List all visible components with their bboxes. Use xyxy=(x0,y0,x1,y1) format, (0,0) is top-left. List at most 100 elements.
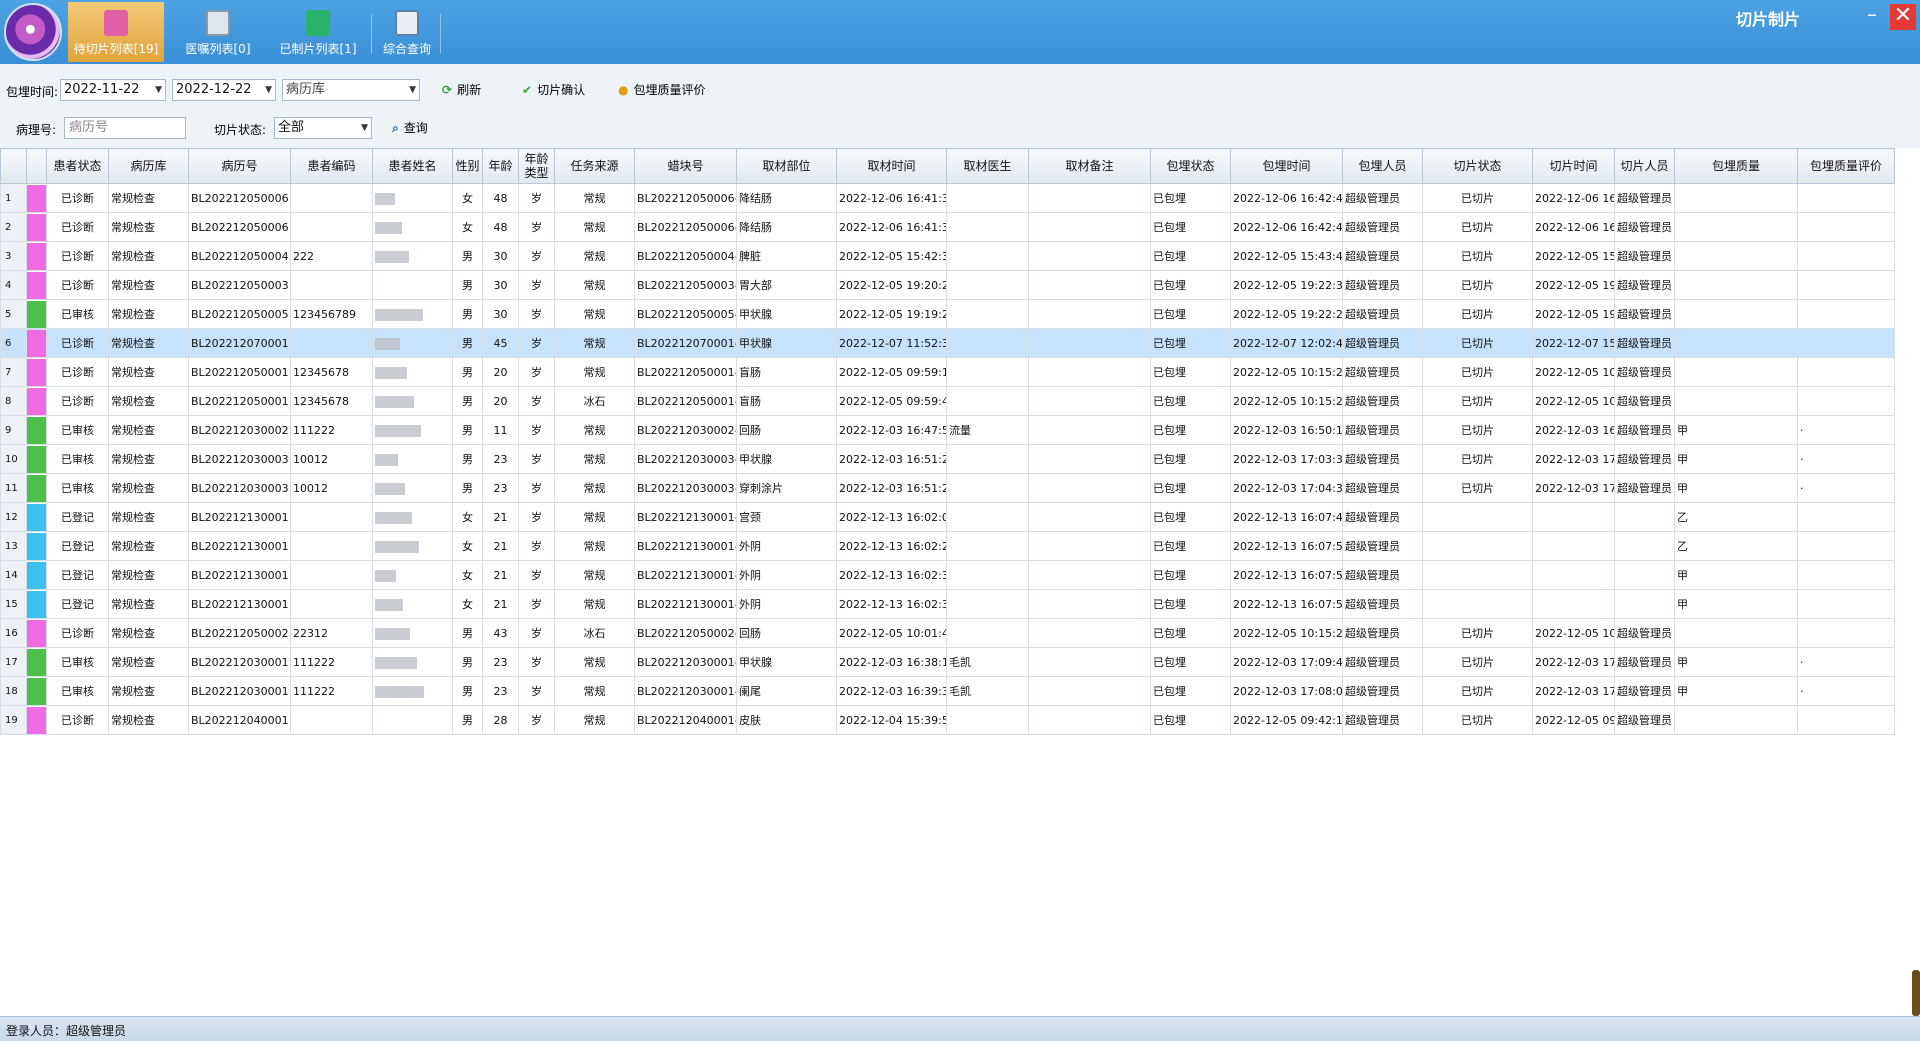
table-row[interactable]: 4 已诊断 常规检查 BL202212050003 男 30 岁常规 BL2022120500… xyxy=(0,270,1895,300)
qnote-cell xyxy=(1028,676,1151,706)
tab-pending-slices[interactable]: 待切片列表[19] xyxy=(68,2,164,62)
table-row[interactable]: 2 已诊断 常规检查 BL202212050006 女 48 岁常规 BL2022120500… xyxy=(0,212,1895,242)
patient-name-cell xyxy=(372,241,453,271)
redacted-name xyxy=(375,192,395,205)
column-header[interactable]: 年龄类型 xyxy=(518,148,555,184)
tab-query[interactable]: 综合查询 xyxy=(372,2,442,62)
bman-cell: 超级管理员 xyxy=(1342,386,1423,416)
lib-cell: 常规检查 xyxy=(108,560,189,590)
bstatus-cell: 已包埋 xyxy=(1150,212,1231,242)
table-row[interactable]: 1 已诊断 常规检查 BL202212050006 女 48 岁常规 BL2022120500… xyxy=(0,183,1895,213)
table-row[interactable]: 11 已审核 常规检查 BL202212030003 10012 男 23 岁常规 BL2022… xyxy=(0,473,1895,503)
row-number[interactable]: 15 xyxy=(0,589,27,619)
table-row[interactable]: 14 已登记 常规检查 BL202212130001 女 21 岁常规 BL202212130… xyxy=(0,560,1895,590)
status-indicator xyxy=(26,444,47,474)
patient-name-cell xyxy=(372,415,453,445)
table-row[interactable]: 13 已登记 常规检查 BL202212130001 女 21 岁常规 BL202212130… xyxy=(0,531,1895,561)
qtime-cell: 2022-12-03 16:47:58 xyxy=(836,415,947,445)
close-button[interactable]: ✕ xyxy=(1890,4,1916,30)
bman-cell: 超级管理员 xyxy=(1342,212,1423,242)
row-number[interactable]: 10 xyxy=(0,444,27,474)
status-color-bar xyxy=(27,300,46,328)
slice-status-select[interactable]: 全部 ▼ xyxy=(274,117,372,139)
row-number[interactable]: 8 xyxy=(0,386,27,416)
table-row[interactable]: 17 已审核 常规检查 BL202212030001 111222 男 23 岁常规 BL202… xyxy=(0,647,1895,677)
row-number[interactable]: 7 xyxy=(0,357,27,387)
column-header[interactable]: 取材部位 xyxy=(736,148,837,184)
row-number[interactable]: 4 xyxy=(0,270,27,300)
row-number[interactable]: 19 xyxy=(0,705,27,735)
column-header[interactable]: 包埋质量 xyxy=(1674,148,1798,184)
row-number[interactable]: 6 xyxy=(0,328,27,358)
column-header[interactable]: 性别 xyxy=(452,148,483,184)
table-row[interactable]: 8 已诊断 常规检查 BL202212050001 12345678 男 20 岁冰石 BL20… xyxy=(0,386,1895,416)
table-row[interactable]: 7 已诊断 常规检查 BL202212050001 12345678 男 20 岁常规 BL20… xyxy=(0,357,1895,387)
slice-confirm-button[interactable]: ✔ 切片确认 xyxy=(522,81,585,99)
column-header[interactable]: 患者状态 xyxy=(46,148,109,184)
table-row[interactable]: 19 已诊断 常规检查 BL202212040001 男 28 岁常规 BL202212040… xyxy=(0,705,1895,735)
table-row[interactable]: 3 已诊断 常规检查 BL202212050004 222 男 30 岁常规 BL2022120… xyxy=(0,241,1895,271)
code-cell xyxy=(290,705,373,735)
column-header[interactable]: 切片人员 xyxy=(1614,148,1675,184)
row-number[interactable]: 17 xyxy=(0,647,27,677)
column-header[interactable]: 取材医生 xyxy=(946,148,1029,184)
tab-orders[interactable]: 医嘱列表[0] xyxy=(170,2,266,62)
table-row[interactable]: 5 已审核 常规检查 BL202212050005 123456789 男 30 岁常规 BL2… xyxy=(0,299,1895,329)
row-number[interactable]: 13 xyxy=(0,531,27,561)
redacted-name xyxy=(375,337,400,350)
date-from-value: 2022-11-22 xyxy=(64,82,140,97)
column-header[interactable]: 包埋人员 xyxy=(1342,148,1423,184)
table-row[interactable]: 6 已诊断 常规检查 BL202212070001 男 45 岁常规 BL2022120700… xyxy=(0,328,1895,358)
column-header[interactable]: 患者编码 xyxy=(290,148,373,184)
column-header[interactable]: 病历库 xyxy=(108,148,189,184)
column-header[interactable]: 取材时间 xyxy=(836,148,947,184)
row-number[interactable]: 18 xyxy=(0,676,27,706)
embed-quality-button[interactable]: ● 包埋质量评价 xyxy=(618,81,706,99)
refresh-button[interactable]: ⟳ 刷新 xyxy=(442,81,481,99)
status-cell: 已登记 xyxy=(46,589,109,619)
sex-cell: 男 xyxy=(452,386,483,416)
tab-done-slices[interactable]: 已制片列表[1] xyxy=(270,2,366,62)
column-header[interactable]: 蜡块号 xyxy=(634,148,737,184)
pathology-input[interactable]: 病历号 xyxy=(64,117,186,139)
library-select[interactable]: 病历库 ▼ xyxy=(282,79,420,101)
column-header[interactable]: 年龄 xyxy=(482,148,519,184)
table-row[interactable]: 12 已登记 常规检查 BL202212130001 女 21 岁常规 BL202212130… xyxy=(0,502,1895,532)
column-header[interactable]: 包埋时间 xyxy=(1230,148,1343,184)
row-number[interactable]: 1 xyxy=(0,183,27,213)
column-header[interactable]: 切片时间 xyxy=(1532,148,1615,184)
column-header[interactable]: 切片状态 xyxy=(1422,148,1533,184)
row-number[interactable]: 3 xyxy=(0,241,27,271)
table-row[interactable]: 16 已诊断 常规检查 BL202212050002 22312 男 43 岁冰石 BL2022… xyxy=(0,618,1895,648)
table-row[interactable]: 18 已审核 常规检查 BL202212030001 111222 男 23 岁常规 BL202… xyxy=(0,676,1895,706)
column-header[interactable]: 取材备注 xyxy=(1028,148,1151,184)
redacted-name xyxy=(375,540,419,553)
minimize-button[interactable]: – xyxy=(1860,4,1884,28)
query-button[interactable]: ⌕ 查询 xyxy=(392,119,428,137)
quality-cell xyxy=(1674,212,1798,242)
row-number[interactable]: 11 xyxy=(0,473,27,503)
vertical-scrollbar[interactable] xyxy=(1912,970,1920,1016)
row-number[interactable]: 5 xyxy=(0,299,27,329)
row-number[interactable]: 16 xyxy=(0,618,27,648)
row-number[interactable]: 2 xyxy=(0,212,27,242)
table-row[interactable]: 10 已审核 常规检查 BL202212030003 10012 男 23 岁常规 BL2022… xyxy=(0,444,1895,474)
column-header[interactable]: 任务来源 xyxy=(554,148,635,184)
bl-cell: BL202212050005 xyxy=(188,299,291,329)
qnote-cell xyxy=(1028,299,1151,329)
table-row[interactable]: 9 已审核 常规检查 BL202212030002 111222 男 11 岁常规 BL2022… xyxy=(0,415,1895,445)
date-from-picker[interactable]: 2022-11-22 ▼ xyxy=(60,79,166,101)
row-number[interactable]: 12 xyxy=(0,502,27,532)
column-header[interactable]: 病历号 xyxy=(188,148,291,184)
table-row[interactable]: 15 已登记 常规检查 BL202212130001 女 21 岁常规 BL202212130… xyxy=(0,589,1895,619)
tab-label: 已制片列表[1] xyxy=(279,42,357,56)
column-header[interactable]: 包埋状态 xyxy=(1150,148,1231,184)
column-header[interactable]: 包埋质量评价 xyxy=(1797,148,1895,184)
code-cell: 12345678 xyxy=(290,386,373,416)
date-to-picker[interactable]: 2022-12-22 ▼ xyxy=(172,79,276,101)
row-number[interactable]: 14 xyxy=(0,560,27,590)
sex-cell: 女 xyxy=(452,589,483,619)
column-header[interactable]: 患者姓名 xyxy=(372,148,453,184)
row-number[interactable]: 9 xyxy=(0,415,27,445)
src-cell: 常规 xyxy=(554,502,635,532)
